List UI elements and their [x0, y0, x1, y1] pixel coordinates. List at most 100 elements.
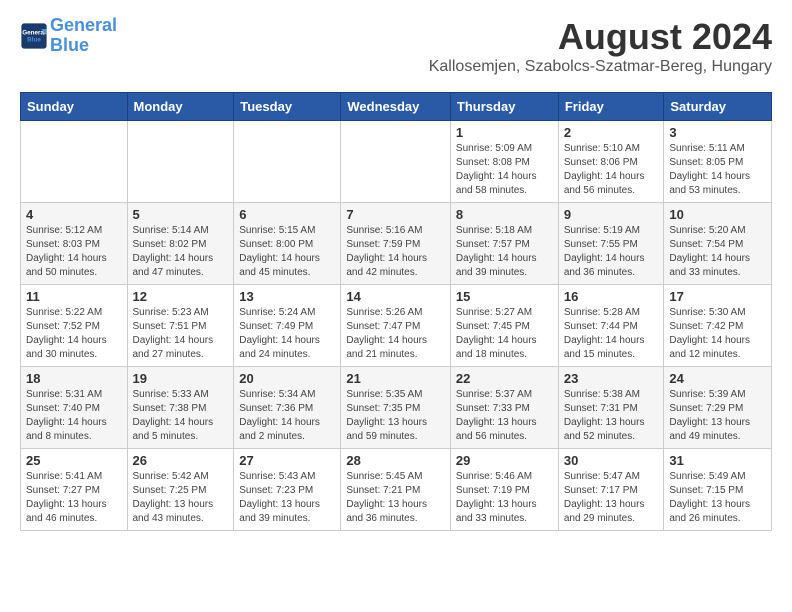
calendar-cell: 28Sunrise: 5:45 AM Sunset: 7:21 PM Dayli…: [341, 449, 451, 531]
calendar-cell: 27 Sunrise: 5:43 AM Sunset: 7:23 PM Dayli…: [234, 449, 341, 531]
calendar-cell: 23 Sunrise: 5:38 AM Sunset: 7:31 PM Dayli…: [558, 367, 664, 449]
day-number: 7: [346, 207, 445, 222]
day-number: 9: [564, 207, 659, 222]
calendar-title: August 2024: [429, 16, 772, 58]
day-info: Sunrise: 5:23 AM Sunset: 7:51 PM Dayligh…: [133, 306, 229, 362]
day-info: Sunrise: 5:43 AM Sunset: 7:23 PM Dayligh…: [239, 470, 335, 526]
calendar-cell: 18 Sunrise: 5:31 AM Sunset: 7:40 PM Dayli…: [21, 367, 128, 449]
day-number: 31: [669, 453, 766, 468]
day-number: 12: [133, 289, 229, 304]
day-number: 19: [133, 371, 229, 386]
day-number: 10: [669, 207, 766, 222]
day-number: 24: [669, 371, 766, 386]
logo: General Blue General Blue: [20, 16, 117, 56]
calendar-table: SundayMondayTuesdayWednesdayThursdayFrid…: [20, 92, 772, 531]
day-info: Sunrise: 5:41 AM Sunset: 7:27 PM Dayligh…: [26, 470, 122, 526]
calendar-cell: 26 Sunrise: 5:42 AM Sunset: 7:25 PM Dayli…: [127, 449, 234, 531]
day-number: 26: [133, 453, 229, 468]
weekday-header-tuesday: Tuesday: [234, 93, 341, 121]
calendar-cell: 24Sunrise: 5:39 AM Sunset: 7:29 PM Dayli…: [664, 367, 772, 449]
calendar-cell: 3 Sunrise: 5:11 AM Sunset: 8:05 PM Daylig…: [664, 121, 772, 203]
calendar-cell: 7 Sunrise: 5:16 AM Sunset: 7:59 PM Daylig…: [341, 203, 451, 285]
day-number: 13: [239, 289, 335, 304]
weekday-header-sunday: Sunday: [21, 93, 128, 121]
day-number: 17: [669, 289, 766, 304]
logo-text: General Blue: [50, 16, 117, 56]
weekday-header-monday: Monday: [127, 93, 234, 121]
day-info: Sunrise: 5:31 AM Sunset: 7:40 PM Dayligh…: [26, 388, 122, 444]
weekday-header-thursday: Thursday: [450, 93, 558, 121]
weekday-header-wednesday: Wednesday: [341, 93, 451, 121]
day-info: Sunrise: 5:45 AM Sunset: 7:21 PM Dayligh…: [346, 470, 445, 526]
calendar-cell: 4 Sunrise: 5:12 AM Sunset: 8:03 PM Daylig…: [21, 203, 128, 285]
day-info: Sunrise: 5:18 AM Sunset: 7:57 PM Dayligh…: [456, 224, 553, 280]
day-number: 18: [26, 371, 122, 386]
day-info: Sunrise: 5:16 AM Sunset: 7:59 PM Dayligh…: [346, 224, 445, 280]
calendar-cell: 17 Sunrise: 5:30 AM Sunset: 7:42 PM Dayli…: [664, 285, 772, 367]
day-number: 20: [239, 371, 335, 386]
calendar-cell: [234, 121, 341, 203]
calendar-cell: 1Sunrise: 5:09 AM Sunset: 8:08 PM Daylig…: [450, 121, 558, 203]
calendar-cell: 21Sunrise: 5:35 AM Sunset: 7:35 PM Dayli…: [341, 367, 451, 449]
calendar-cell: [21, 121, 128, 203]
day-info: Sunrise: 5:19 AM Sunset: 7:55 PM Dayligh…: [564, 224, 659, 280]
day-number: 3: [669, 125, 766, 140]
calendar-cell: 13 Sunrise: 5:24 AM Sunset: 7:49 PM Dayli…: [234, 285, 341, 367]
day-info: Sunrise: 5:49 AM Sunset: 7:15 PM Dayligh…: [669, 470, 766, 526]
day-number: 27: [239, 453, 335, 468]
svg-text:General: General: [22, 29, 46, 36]
calendar-cell: [341, 121, 451, 203]
day-info: Sunrise: 5:28 AM Sunset: 7:44 PM Dayligh…: [564, 306, 659, 362]
calendar-cell: 15 Sunrise: 5:27 AM Sunset: 7:45 PM Dayli…: [450, 285, 558, 367]
calendar-cell: 5Sunrise: 5:14 AM Sunset: 8:02 PM Daylig…: [127, 203, 234, 285]
calendar-cell: 16 Sunrise: 5:28 AM Sunset: 7:44 PM Dayli…: [558, 285, 664, 367]
svg-text:Blue: Blue: [27, 36, 41, 43]
day-info: Sunrise: 5:46 AM Sunset: 7:19 PM Dayligh…: [456, 470, 553, 526]
weekday-header-saturday: Saturday: [664, 93, 772, 121]
calendar-cell: 30Sunrise: 5:47 AM Sunset: 7:17 PM Dayli…: [558, 449, 664, 531]
day-number: 16: [564, 289, 659, 304]
day-info: Sunrise: 5:30 AM Sunset: 7:42 PM Dayligh…: [669, 306, 766, 362]
calendar-cell: [127, 121, 234, 203]
calendar-cell: 25 Sunrise: 5:41 AM Sunset: 7:27 PM Dayli…: [21, 449, 128, 531]
day-info: Sunrise: 5:12 AM Sunset: 8:03 PM Dayligh…: [26, 224, 122, 280]
day-number: 23: [564, 371, 659, 386]
day-number: 2: [564, 125, 659, 140]
day-number: 8: [456, 207, 553, 222]
day-number: 22: [456, 371, 553, 386]
calendar-cell: 9 Sunrise: 5:19 AM Sunset: 7:55 PM Daylig…: [558, 203, 664, 285]
calendar-cell: 11 Sunrise: 5:22 AM Sunset: 7:52 PM Dayli…: [21, 285, 128, 367]
day-number: 4: [26, 207, 122, 222]
day-info: Sunrise: 5:11 AM Sunset: 8:05 PM Dayligh…: [669, 142, 766, 198]
day-info: Sunrise: 5:15 AM Sunset: 8:00 PM Dayligh…: [239, 224, 335, 280]
calendar-cell: 12 Sunrise: 5:23 AM Sunset: 7:51 PM Dayli…: [127, 285, 234, 367]
day-number: 30: [564, 453, 659, 468]
calendar-cell: 14Sunrise: 5:26 AM Sunset: 7:47 PM Dayli…: [341, 285, 451, 367]
calendar-cell: 20 Sunrise: 5:34 AM Sunset: 7:36 PM Dayli…: [234, 367, 341, 449]
calendar-cell: 6 Sunrise: 5:15 AM Sunset: 8:00 PM Daylig…: [234, 203, 341, 285]
day-number: 21: [346, 371, 445, 386]
day-info: Sunrise: 5:38 AM Sunset: 7:31 PM Dayligh…: [564, 388, 659, 444]
calendar-cell: 31 Sunrise: 5:49 AM Sunset: 7:15 PM Dayli…: [664, 449, 772, 531]
day-number: 25: [26, 453, 122, 468]
calendar-subtitle: Kallosemjen, Szabolcs-Szatmar-Bereg, Hun…: [429, 58, 772, 76]
day-number: 6: [239, 207, 335, 222]
day-number: 14: [346, 289, 445, 304]
day-info: Sunrise: 5:42 AM Sunset: 7:25 PM Dayligh…: [133, 470, 229, 526]
day-info: Sunrise: 5:37 AM Sunset: 7:33 PM Dayligh…: [456, 388, 553, 444]
day-info: Sunrise: 5:33 AM Sunset: 7:38 PM Dayligh…: [133, 388, 229, 444]
day-info: Sunrise: 5:34 AM Sunset: 7:36 PM Dayligh…: [239, 388, 335, 444]
day-info: Sunrise: 5:24 AM Sunset: 7:49 PM Dayligh…: [239, 306, 335, 362]
day-number: 11: [26, 289, 122, 304]
day-info: Sunrise: 5:27 AM Sunset: 7:45 PM Dayligh…: [456, 306, 553, 362]
calendar-cell: 8 Sunrise: 5:18 AM Sunset: 7:57 PM Daylig…: [450, 203, 558, 285]
day-number: 1: [456, 125, 553, 140]
day-number: 5: [133, 207, 229, 222]
calendar-cell: 10 Sunrise: 5:20 AM Sunset: 7:54 PM Dayli…: [664, 203, 772, 285]
calendar-cell: 19 Sunrise: 5:33 AM Sunset: 7:38 PM Dayli…: [127, 367, 234, 449]
day-number: 29: [456, 453, 553, 468]
day-number: 15: [456, 289, 553, 304]
calendar-cell: 22 Sunrise: 5:37 AM Sunset: 7:33 PM Dayli…: [450, 367, 558, 449]
day-info: Sunrise: 5:20 AM Sunset: 7:54 PM Dayligh…: [669, 224, 766, 280]
day-info: Sunrise: 5:22 AM Sunset: 7:52 PM Dayligh…: [26, 306, 122, 362]
